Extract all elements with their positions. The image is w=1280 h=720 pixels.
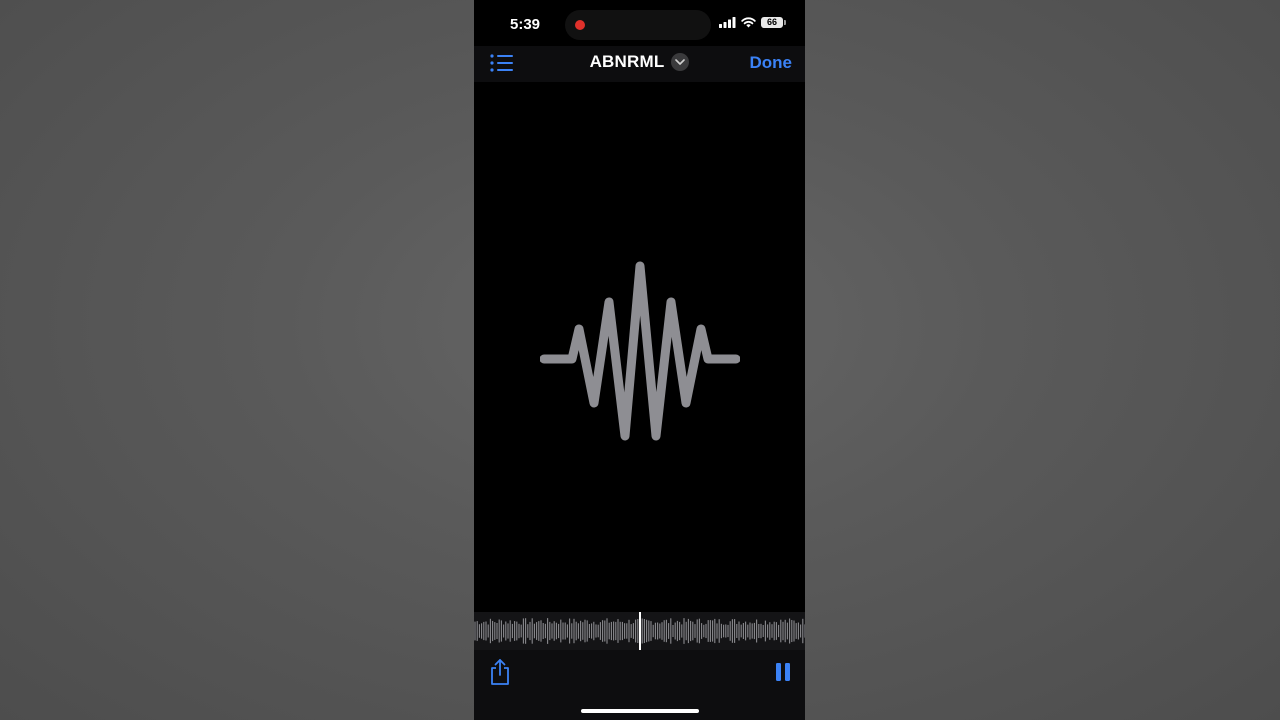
share-icon — [491, 659, 509, 685]
waveform-artwork — [539, 258, 741, 448]
dynamic-island — [565, 10, 711, 40]
pause-icon — [776, 663, 790, 681]
battery-icon: 66 — [761, 17, 786, 28]
status-time: 5:39 — [510, 16, 541, 33]
waveform-scrubber[interactable] — [474, 612, 805, 650]
home-indicator — [581, 709, 699, 713]
share-button[interactable] — [488, 658, 512, 686]
cellular-signal-icon — [719, 17, 736, 28]
recording-title[interactable]: ABNRML — [590, 52, 665, 72]
pause-button[interactable] — [775, 662, 791, 682]
playhead[interactable] — [639, 612, 641, 650]
title-menu-button[interactable] — [671, 53, 690, 71]
recording-indicator-icon — [575, 20, 585, 30]
waveform-artwork-icon — [539, 261, 741, 441]
nav-bar: ABNRML Done — [474, 46, 805, 82]
status-icons: 66 — [719, 17, 786, 28]
done-button[interactable]: Done — [750, 53, 793, 73]
phone-screen: 5:39 66 ABNRML Done — [474, 0, 805, 720]
status-bar: 5:39 66 — [474, 0, 805, 46]
chevron-down-icon — [675, 59, 686, 65]
wifi-icon — [741, 17, 756, 28]
battery-level: 66 — [766, 17, 777, 27]
